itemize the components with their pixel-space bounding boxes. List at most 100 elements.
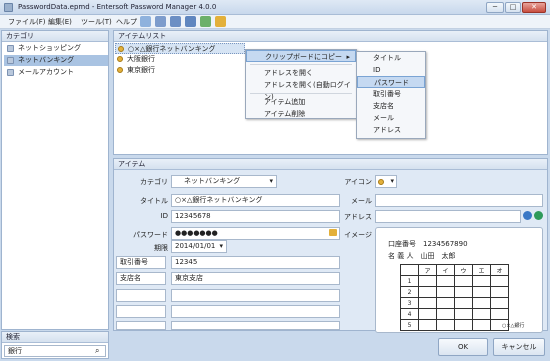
grid-row-header: 5 xyxy=(400,319,419,331)
menu-delete-item[interactable]: アイテム削除 xyxy=(246,108,356,120)
grid-row: 1 xyxy=(400,275,509,287)
account-value: 1234567890 xyxy=(423,240,468,248)
category-label: ネットショッピング xyxy=(18,44,81,52)
menu-copy-clipboard[interactable]: クリップボードにコピー ▸ xyxy=(246,50,356,62)
extra-label-field[interactable] xyxy=(116,321,166,330)
account-holder-text: 名 義 人 山田 太郎 xyxy=(388,251,455,261)
menu-separator xyxy=(250,64,352,65)
extra-label-field[interactable] xyxy=(116,289,166,302)
copy-submenu: タイトル ID パスワード 取引番号 支店名 メール アドレス xyxy=(356,51,426,139)
title-bar: PasswordData.epmd - Entersoft Password M… xyxy=(0,0,550,15)
grid-row-header: 2 xyxy=(400,286,419,298)
extra-value-field[interactable] xyxy=(171,305,340,318)
grid-col-header: オ xyxy=(490,264,509,276)
item-row[interactable]: ○×△銀行ネットバンキング xyxy=(115,43,245,54)
mail-input[interactable] xyxy=(375,194,543,207)
menu-open-address-autologin[interactable]: アドレスを開く(自動ログイン) xyxy=(246,79,356,101)
export-icon[interactable] xyxy=(185,16,196,27)
item-label: 東京銀行 xyxy=(127,66,155,74)
key-icon xyxy=(117,67,123,73)
save-file-icon[interactable] xyxy=(170,16,181,27)
category-item-shopping[interactable]: ネットショッピング xyxy=(4,43,108,54)
expiry-date-picker[interactable]: 2014/01/01 ▾ xyxy=(171,240,227,253)
account-label: 口座番号 xyxy=(388,240,416,248)
key-icon xyxy=(117,56,123,62)
auto-login-icon[interactable] xyxy=(534,211,543,220)
chevron-down-icon: ▾ xyxy=(219,242,223,250)
grid-col-header: ウ xyxy=(454,264,473,276)
item-row[interactable]: 東京銀行 xyxy=(115,65,245,76)
key-icon xyxy=(378,179,384,185)
category-item-mail[interactable]: メールアカウント xyxy=(4,67,108,78)
address-input[interactable] xyxy=(375,210,521,223)
category-select[interactable]: ネットバンキング ▾ xyxy=(171,175,277,188)
submenu-transaction[interactable]: 取引番号 xyxy=(357,88,425,100)
folder-icon xyxy=(7,57,14,64)
folder-icon xyxy=(7,69,14,76)
icon-select[interactable]: ▾ xyxy=(375,175,397,188)
menu-tools[interactable]: ツール(T) xyxy=(81,17,112,27)
password-input[interactable]: ●●●●●●● xyxy=(171,227,340,240)
search-icon[interactable]: ⌕ xyxy=(95,346,99,356)
open-file-icon[interactable] xyxy=(155,16,166,27)
extra-label-field[interactable]: 支店名 xyxy=(116,272,166,285)
maximize-button[interactable]: □ xyxy=(505,2,521,13)
menu-help[interactable]: ヘルプ xyxy=(116,17,137,27)
submenu-branch[interactable]: 支店名 xyxy=(357,100,425,112)
category-item-banking[interactable]: ネットバンキング xyxy=(4,55,108,66)
ok-button[interactable]: OK xyxy=(438,338,488,356)
submenu-id[interactable]: ID xyxy=(357,64,425,76)
submenu-address[interactable]: アドレス xyxy=(357,124,425,136)
menu-open-address[interactable]: アドレスを開く xyxy=(246,67,356,79)
account-number-text: 口座番号 1234567890 xyxy=(388,239,468,249)
extra-value-field[interactable] xyxy=(171,289,340,302)
key-icon[interactable] xyxy=(215,16,226,27)
minimize-button[interactable]: ─ xyxy=(486,2,504,13)
category-header: カテゴリ xyxy=(2,31,108,42)
category-field-label: カテゴリ xyxy=(140,178,168,186)
grid-cell xyxy=(400,264,419,276)
extra-value-field[interactable] xyxy=(171,321,340,330)
title-field-label: タイトル xyxy=(140,197,168,205)
search-input[interactable]: 銀行 xyxy=(4,345,106,357)
chevron-down-icon: ▾ xyxy=(269,177,273,185)
chevron-down-icon: ▾ xyxy=(390,177,394,185)
item-row[interactable]: 大阪銀行 xyxy=(115,54,245,65)
security-grid: アイウエオ 1 2 3 4 5 xyxy=(400,264,509,331)
cancel-button[interactable]: キャンセル xyxy=(493,338,545,356)
detail-header: アイテム xyxy=(114,159,547,170)
grid-col-header: ア xyxy=(418,264,437,276)
menu-file[interactable]: ファイル(F) xyxy=(8,17,46,27)
extra-value-field[interactable]: 東京支店 xyxy=(171,272,340,285)
card-footer: ○×△銀行 xyxy=(502,323,525,329)
open-address-icon[interactable] xyxy=(523,211,532,220)
password-field-label: パスワード xyxy=(133,231,168,239)
submenu-title[interactable]: タイトル xyxy=(357,52,425,64)
add-item-icon[interactable] xyxy=(200,16,211,27)
title-input[interactable]: ○×△銀行ネットバンキング xyxy=(171,194,340,207)
submenu-mail[interactable]: メール xyxy=(357,112,425,124)
search-header: 検索 xyxy=(2,332,108,343)
icon-field-label: アイコン xyxy=(344,178,372,186)
image-preview[interactable]: 口座番号 1234567890 名 義 人 山田 太郎 アイウエオ 1 2 3 … xyxy=(375,227,543,333)
grid-row: 4 xyxy=(400,308,509,320)
close-button[interactable]: ✕ xyxy=(522,2,546,13)
new-file-icon[interactable] xyxy=(140,16,151,27)
id-input[interactable]: 12345678 xyxy=(171,210,340,223)
menu-add-item[interactable]: アイテム追加 xyxy=(246,96,356,108)
extra-value-field[interactable]: 12345 xyxy=(171,256,340,269)
submenu-password[interactable]: パスワード xyxy=(357,76,425,88)
extra-label-field[interactable] xyxy=(116,305,166,318)
grid-row: 2 xyxy=(400,286,509,298)
expiry-field-label: 期限 xyxy=(154,244,168,252)
extra-label-field[interactable]: 取引番号 xyxy=(116,256,166,269)
grid-row: 3 xyxy=(400,297,509,309)
window-title: PasswordData.epmd - Entersoft Password M… xyxy=(18,3,217,11)
category-label: メールアカウント xyxy=(18,68,74,76)
expiry-value: 2014/01/01 xyxy=(175,242,216,250)
grid-row: 5 xyxy=(400,319,509,331)
grid-header-row: アイウエオ xyxy=(400,264,509,276)
item-label: 大阪銀行 xyxy=(127,55,155,63)
key-icon xyxy=(118,46,124,52)
menu-edit[interactable]: 編集(E) xyxy=(48,17,72,27)
